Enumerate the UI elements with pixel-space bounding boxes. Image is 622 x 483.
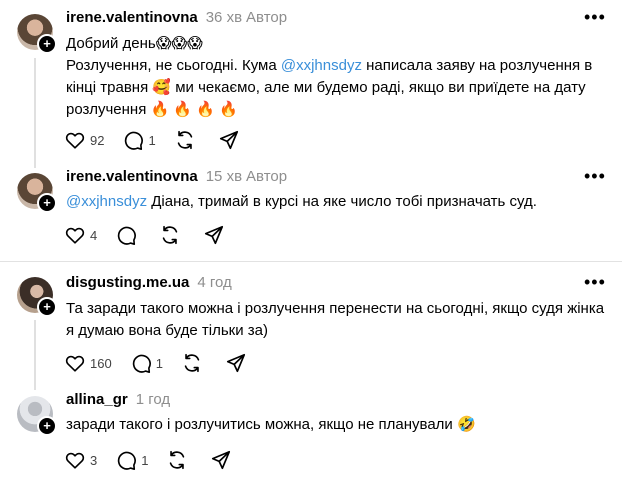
mention-link[interactable]: @xxjhnsdyz (281, 57, 362, 74)
more-icon[interactable]: ••• (584, 8, 605, 32)
repost-icon (170, 450, 185, 470)
comment-button[interactable] (115, 224, 141, 246)
comment-button[interactable]: 1 (115, 449, 148, 471)
repost-icon (184, 353, 200, 373)
text-line: @xxjhnsdyz Діана, тримай в курсі на яке … (66, 193, 537, 210)
heart-icon (65, 355, 85, 372)
share-button[interactable] (203, 224, 229, 246)
like-count: 3 (90, 452, 98, 468)
avatar[interactable]: + (17, 277, 57, 317)
author-badge: Автор (246, 168, 288, 185)
divider (0, 261, 622, 262)
action-bar: 4 (64, 224, 247, 246)
comment-icon (132, 354, 151, 373)
comment-count: 1 (141, 452, 149, 468)
like-count: 4 (90, 227, 98, 243)
text-line: заради такого і розлучитись можна, якщо … (66, 416, 476, 433)
text-line: кінці травня 🥰 ми чекаємо, але ми будемо… (66, 79, 586, 96)
comment-count: 1 (155, 355, 163, 371)
avatar[interactable]: + (17, 173, 57, 213)
repost-icon (177, 130, 192, 150)
mention-link[interactable]: @xxjhnsdyz (66, 193, 147, 210)
share-icon (212, 450, 231, 470)
post-header: irene.valentinovna 36 хв Автор (66, 9, 287, 26)
heart-icon (65, 132, 85, 149)
action-bar: 92 1 (64, 129, 262, 151)
like-button[interactable]: 92 (64, 129, 104, 151)
post-header: irene.valentinovna 15 хв Автор (66, 168, 287, 185)
like-button[interactable]: 160 (64, 352, 112, 374)
timestamp: 4 год (197, 274, 232, 291)
share-button[interactable] (218, 129, 244, 151)
repost-button[interactable] (181, 352, 207, 374)
comment-count: 1 (148, 132, 156, 148)
like-button[interactable]: 3 (64, 449, 97, 471)
repost-button[interactable] (174, 129, 200, 151)
text-line: розлучення 🔥 🔥 🔥 🔥 (66, 101, 238, 118)
share-button[interactable] (225, 352, 251, 374)
follow-plus-icon[interactable]: + (37, 193, 57, 213)
repost-button[interactable] (159, 224, 185, 246)
heart-icon (65, 227, 85, 244)
more-icon[interactable]: ••• (584, 273, 605, 297)
username[interactable]: irene.valentinovna (66, 168, 198, 185)
like-button[interactable]: 4 (64, 224, 97, 246)
post-text: заради такого і розлучитись можна, якщо … (66, 414, 606, 436)
follow-plus-icon[interactable]: + (37, 34, 57, 54)
text-line: Добрий день😱😱😱 (66, 35, 203, 52)
comment-icon (118, 451, 137, 470)
post-header: allina_gr 1 год (66, 391, 170, 408)
comment-icon (118, 226, 137, 245)
thread-line (34, 58, 36, 168)
thread-line (34, 320, 36, 390)
post-text: Та заради такого можна і розлучення пере… (66, 298, 606, 342)
follow-plus-icon[interactable]: + (37, 416, 57, 436)
action-bar: 3 1 (64, 449, 254, 471)
action-bar: 160 1 (64, 352, 269, 374)
repost-button[interactable] (166, 449, 192, 471)
heart-icon (65, 452, 85, 469)
text-line: Та заради такого можна і розлучення пере… (66, 300, 605, 317)
username[interactable]: allina_gr (66, 391, 128, 408)
more-icon[interactable]: ••• (584, 167, 605, 191)
like-count: 160 (90, 355, 112, 371)
share-icon (226, 353, 246, 373)
repost-icon (162, 225, 178, 245)
timestamp: 36 хв (205, 9, 243, 26)
post-header: disgusting.me.ua 4 год (66, 274, 232, 291)
timestamp: 1 год (135, 391, 171, 408)
username[interactable]: disgusting.me.ua (66, 274, 189, 291)
author-badge: Автор (246, 9, 288, 26)
follow-plus-icon[interactable]: + (37, 297, 57, 317)
comment-icon (125, 131, 144, 150)
share-icon (219, 130, 238, 150)
text-line: Розлучення, не сьогодні. Кума @xxjhnsdyz… (66, 57, 593, 74)
share-icon (205, 225, 224, 245)
post-text: Добрий день😱😱😱 Розлучення, не сьогодні. … (66, 33, 606, 121)
comment-button[interactable]: 1 (130, 352, 163, 374)
share-button[interactable] (210, 449, 236, 471)
username[interactable]: irene.valentinovna (66, 9, 198, 26)
comment-button[interactable]: 1 (122, 129, 156, 151)
avatar[interactable]: + (17, 396, 57, 436)
avatar[interactable]: + (17, 14, 57, 54)
text-line: я думаю вона буде тільки за) (66, 322, 269, 339)
post-text: @xxjhnsdyz Діана, тримай в курсі на яке … (66, 191, 606, 213)
timestamp: 15 хв (205, 168, 243, 185)
like-count: 92 (90, 132, 105, 148)
